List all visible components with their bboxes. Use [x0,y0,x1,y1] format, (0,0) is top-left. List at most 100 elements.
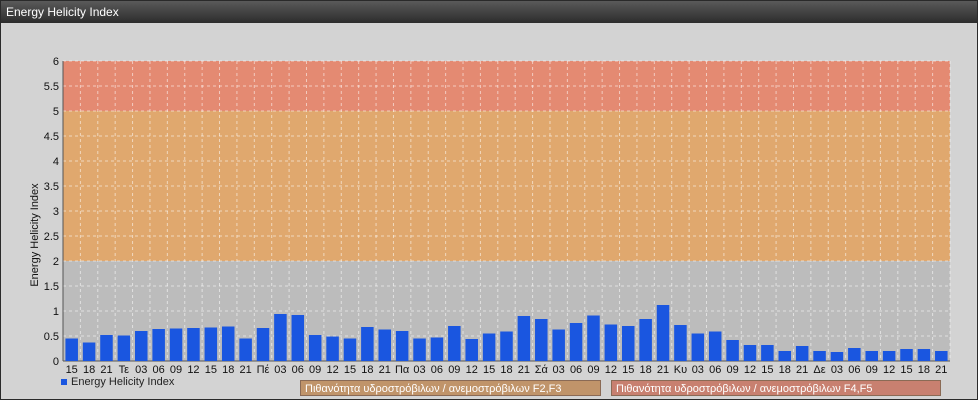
bar [778,351,792,361]
x-tick-label: Κυ [674,364,687,376]
bar [882,351,896,361]
x-tick-label: 15 [622,364,634,376]
bar [517,316,531,361]
bar [795,346,809,361]
y-tick-label: 6 [53,56,59,68]
bar [326,336,339,361]
x-tick-label: 18 [500,364,512,376]
y-tick-label: 1.5 [44,281,59,293]
bar [726,340,739,361]
x-tick-label: 09 [866,364,878,376]
legend: Energy Helicity Index [61,376,174,388]
x-tick-label: 03 [274,364,286,376]
bar [691,333,705,361]
bar [221,326,235,361]
y-tick-label: 3 [53,206,59,218]
bar [761,345,774,361]
x-tick-label: 09 [448,364,460,376]
x-tick-label: 06 [292,364,304,376]
y-tick-label: 4 [53,156,59,168]
x-tick-label: 09 [309,364,321,376]
x-tick-label: 21 [935,364,947,376]
y-tick-labels: 0 0.5 1 1.5 2 2.5 3 3.5 4 4.5 5 5.5 6 [44,56,59,368]
x-tick-label: 03 [692,364,704,376]
x-tick-label: 18 [779,364,791,376]
bar [674,325,687,361]
x-tick-label: 18 [222,364,234,376]
bar [569,323,583,361]
bar [135,331,148,361]
bar [656,305,670,361]
x-tick-label: Σά [535,364,549,376]
x-tick-label: 18 [918,364,930,376]
bar [708,331,722,361]
bar [604,324,618,361]
x-tick-label: 15 [344,364,356,376]
x-tick-label: 03 [135,364,147,376]
bar [169,328,183,361]
x-tick-label: 21 [796,364,808,376]
bar [865,351,878,361]
bar [552,329,565,361]
y-tick-label: 2.5 [44,231,59,243]
x-tick-label: 06 [570,364,582,376]
bar [830,352,844,361]
bar [639,319,652,361]
bar [535,319,548,361]
x-tick-label: 18 [361,364,373,376]
bar [935,351,948,361]
chart-panel: 0 0.5 1 1.5 2 2.5 3 3.5 4 4.5 5 5.5 6 15 18 21 Τε 03 06 09… [3,23,975,397]
x-tick-label: 21 [518,364,530,376]
bar [848,348,861,361]
chart-window: Energy Helicity Index 0 0.5 1 1.5 2 2.5 3 3.5 4 4… [0,0,978,400]
x-tick-label: 15 [205,364,217,376]
x-tick-label: 06 [848,364,860,376]
x-tick-label: 15 [483,364,495,376]
bar [239,338,252,361]
zone-label-f2f3: Πιθανότητα υδροστρόβιλων / ανεμοστρόβιλω… [300,380,601,396]
y-tick-label: 0.5 [44,331,59,343]
x-tick-label: 21 [239,364,251,376]
x-tick-label: 09 [587,364,599,376]
x-tick-label: 09 [170,364,182,376]
zone-label-f4f5: Πιθανότητα υδροστρόβιλων / ανεμοστρόβιλω… [611,380,941,396]
bar [743,345,757,361]
x-tick-labels: 15 18 21 Τε 03 06 09 12 15 18 21 Πέ 03 06 09 12 15 18 21 Πα… [66,364,948,376]
x-tick-label: 12 [326,364,338,376]
bar [204,327,218,361]
bar [291,315,305,361]
bar [343,338,357,361]
x-tick-label: 15 [900,364,912,376]
y-tick-label: 4.5 [44,131,59,143]
bar [500,331,513,361]
bar [395,331,409,361]
y-tick-label: 0 [53,356,59,368]
bar [187,328,200,361]
x-tick-label: 21 [379,364,391,376]
y-tick-label: 5.5 [44,81,59,93]
bar [308,335,322,361]
y-tick-label: 5 [53,106,59,118]
bar [274,314,287,361]
bar [117,335,131,361]
bar [900,349,913,361]
bar [100,335,113,361]
bar [413,338,426,361]
x-tick-label: 12 [883,364,895,376]
x-tick-label: 06 [153,364,165,376]
x-tick-label: Πα [395,364,410,376]
x-tick-label: 12 [466,364,478,376]
bar [587,315,600,361]
x-tick-label: Δε [813,364,825,376]
bar [361,327,374,361]
bar [482,333,496,361]
x-tick-label: 06 [709,364,721,376]
bar [621,326,635,361]
x-tick-label: 12 [744,364,756,376]
y-tick-label: 1 [53,306,59,318]
window-title: Energy Helicity Index [1,1,977,23]
y-axis-label: Energy Helicity Index [29,183,41,287]
bar [448,326,461,361]
x-tick-label: Πέ [257,364,270,376]
legend-swatch [61,379,67,385]
